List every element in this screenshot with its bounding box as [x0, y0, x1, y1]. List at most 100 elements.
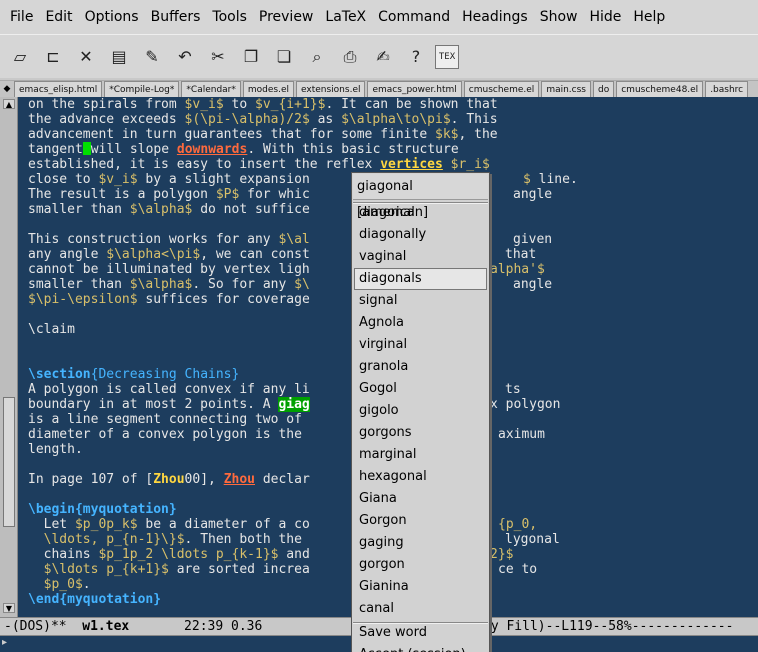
menu-edit[interactable]: Edit	[39, 0, 78, 34]
text-line-fragment: angle	[513, 277, 553, 292]
current-misspelled-word: giag	[278, 397, 310, 412]
tab-buffer[interactable]: do	[593, 81, 615, 97]
suggestion-item[interactable]: signal	[354, 290, 487, 312]
menu-help[interactable]: Help	[627, 0, 671, 34]
text-line-fragment: 2}$	[490, 547, 514, 562]
suggestion-item[interactable]: virginal	[354, 334, 487, 356]
menu-show[interactable]: Show	[534, 0, 584, 34]
popup-title: giagonal [american]	[353, 174, 488, 220]
search-icon[interactable]: ⌕	[303, 42, 331, 72]
text-line-fragment: {p_0,	[498, 517, 538, 532]
text-line: close to $v_i$ by a slight expansion	[28, 172, 310, 187]
close-icon[interactable]: ✕	[72, 42, 100, 72]
menu-file[interactable]: File	[4, 0, 39, 34]
undo-icon[interactable]: ↶	[171, 42, 199, 72]
tab-buffer[interactable]: emacs_power.html	[367, 81, 462, 97]
tool-bar: ▱ ⊏ ✕ ▤ ✎ ↶ ✂ ❐ ❏ ⌕ ⎙ ✍ ? TEX	[0, 34, 758, 78]
text-line-fragment: angle	[513, 187, 553, 202]
menu-headings[interactable]: Headings	[456, 0, 534, 34]
accept-session-item[interactable]: Accept (session)	[354, 644, 487, 652]
tab-buffer[interactable]: extensions.el	[296, 81, 366, 97]
paste-icon[interactable]: ❏	[270, 42, 298, 72]
save-word-item[interactable]: Save word	[354, 622, 487, 644]
new-file-icon[interactable]: ▱	[6, 42, 34, 72]
text-line-fragment: ce to	[498, 562, 538, 577]
copy-icon[interactable]: ❐	[237, 42, 265, 72]
text-cursor	[82, 142, 91, 155]
text-line-fragment: lygonal	[505, 532, 560, 547]
suggestion-item[interactable]: Gogol	[354, 378, 487, 400]
text-line: is a line segment connecting two of	[28, 412, 302, 427]
text-line: any angle $\alpha<\pi$, we can const	[28, 247, 310, 262]
suggestion-item[interactable]: marginal	[354, 444, 487, 466]
misspelled-word: Zhou	[223, 472, 255, 487]
text-line: \ldots, p_{n-1}\}$. Then both the	[43, 532, 302, 547]
text-line: $\ldots p_{k+1}$ are sorted increa	[43, 562, 310, 577]
text-line: length.	[28, 442, 83, 457]
menu-hide[interactable]: Hide	[583, 0, 627, 34]
text-line: A polygon is called convex if any li	[28, 382, 310, 397]
tab-scroll-left-icon[interactable]: ◆	[0, 81, 14, 97]
suggestion-item[interactable]: Agnola	[354, 312, 487, 334]
text-line: \claim	[28, 322, 75, 337]
scroll-up-icon[interactable]: ▲	[3, 99, 15, 109]
menu-preview[interactable]: Preview	[253, 0, 320, 34]
suggestion-item[interactable]: Gorgon	[354, 510, 487, 532]
text-line: This construction works for any $\al	[28, 232, 310, 247]
tab-buffer[interactable]: *Compile-Log*	[104, 81, 180, 97]
text-line: The result is a polygon $P$ for whic	[28, 187, 310, 202]
menu-latex[interactable]: LaTeX	[319, 0, 372, 34]
text-line-fragment: aximum	[498, 427, 545, 442]
save-as-icon[interactable]: ✎	[138, 42, 166, 72]
open-folder-icon[interactable]: ⊏	[39, 42, 67, 72]
suggestion-item-selected[interactable]: diagonals	[354, 268, 487, 290]
save-icon[interactable]: ▤	[105, 42, 133, 72]
menu-options[interactable]: Options	[79, 0, 145, 34]
suggestion-item[interactable]: Giana	[354, 488, 487, 510]
help-icon[interactable]: ?	[402, 42, 430, 72]
print-icon[interactable]: ⎙	[336, 42, 364, 72]
suggestion-item[interactable]: canal	[354, 598, 487, 620]
text-line-fragment: $ line.	[523, 172, 578, 187]
text-line: on the spirals from $v_i$ to $v_{i+1}$. …	[28, 97, 498, 112]
text-line: $\pi-\epsilon$ suffices for coverage	[28, 292, 310, 307]
preferences-icon[interactable]: ✍	[369, 42, 397, 72]
text-line: established, it is easy to insert the re…	[28, 157, 490, 172]
text-line: chains $p_1p_2 \ldots p_{k-1}$ and	[28, 547, 310, 562]
scroll-thumb[interactable]	[3, 397, 15, 527]
menu-buffers[interactable]: Buffers	[145, 0, 207, 34]
tab-buffer[interactable]: main.css	[541, 81, 591, 97]
text-line: \end{myquotation}	[28, 592, 162, 607]
suggestion-item[interactable]: gorgon	[354, 554, 487, 576]
menu-command[interactable]: Command	[372, 0, 456, 34]
text-line: tangent will slope downwards. With this b…	[28, 142, 459, 157]
tab-buffer[interactable]: modes.el	[242, 81, 295, 97]
text-line: In page 107 of [Zhou00], Zhou declar	[28, 472, 310, 487]
text-line-fragment: ts	[505, 382, 521, 397]
suggestion-item[interactable]: gorgons	[354, 422, 487, 444]
suggestion-item[interactable]: hexagonal	[354, 466, 487, 488]
vertical-scrollbar[interactable]: ▲ ▼	[0, 97, 18, 617]
menu-bar: File Edit Options Buffers Tools Preview …	[0, 0, 758, 34]
suggestion-item[interactable]: diagonal	[354, 202, 487, 224]
tab-buffer[interactable]: emacs_elisp.html	[14, 81, 103, 97]
suggestion-item[interactable]: diagonally	[354, 224, 487, 246]
menu-tools[interactable]: Tools	[206, 0, 253, 34]
scroll-down-icon[interactable]: ▼	[3, 603, 15, 613]
tab-buffer[interactable]: cmuscheme.el	[463, 81, 540, 97]
text-line: advancement in turn guarantees that for …	[28, 127, 498, 142]
tab-buffer[interactable]: *Calendar*	[181, 81, 241, 97]
suggestion-item[interactable]: gigolo	[354, 400, 487, 422]
minibuffer-arrow-icon: ▸	[2, 637, 8, 648]
tex-button[interactable]: TEX	[435, 44, 459, 69]
tab-buffer[interactable]: .bashrc	[705, 81, 749, 97]
text-line: $p_0$.	[43, 577, 91, 592]
tab-buffer[interactable]: cmuscheme48.el	[616, 81, 704, 97]
suggestion-item[interactable]: gaging	[354, 532, 487, 554]
text-line-fragment: alpha'$	[490, 262, 545, 277]
cut-icon[interactable]: ✂	[204, 42, 232, 72]
text-line: smaller than $\alpha$. So for any $\	[28, 277, 310, 292]
suggestion-item[interactable]: granola	[354, 356, 487, 378]
suggestion-item[interactable]: Gianina	[354, 576, 487, 598]
suggestion-item[interactable]: vaginal	[354, 246, 487, 268]
